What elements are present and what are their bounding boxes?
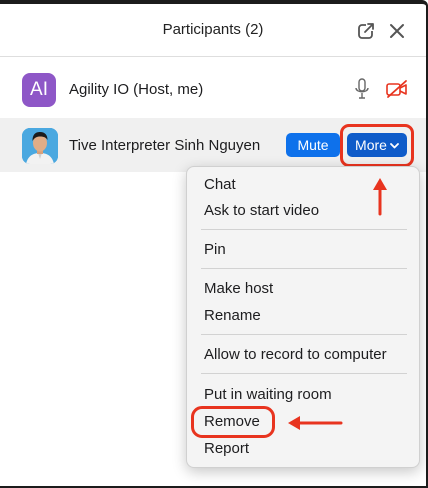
menu-item-allow-record[interactable]: Allow to record to computer	[204, 346, 387, 363]
menu-divider	[201, 268, 407, 269]
menu-item-chat[interactable]: Chat	[204, 176, 236, 193]
participant-row-host[interactable]: AI Agility IO (Host, me)	[0, 62, 426, 116]
menu-divider	[201, 229, 407, 230]
menu-divider	[201, 334, 407, 335]
pop-out-icon[interactable]	[357, 22, 375, 40]
close-icon[interactable]	[388, 22, 406, 40]
menu-item-ask-to-start-video[interactable]: Ask to start video	[204, 202, 319, 219]
menu-divider	[201, 373, 407, 374]
avatar: AI	[22, 73, 56, 107]
menu-item-waiting-room[interactable]: Put in waiting room	[204, 386, 332, 403]
menu-item-pin[interactable]: Pin	[204, 241, 226, 258]
avatar	[22, 128, 58, 164]
more-button-highlight	[340, 124, 414, 167]
menu-item-report[interactable]: Report	[204, 440, 249, 457]
participant-name: Agility IO (Host, me)	[69, 81, 204, 98]
participants-header: Participants (2)	[0, 4, 426, 57]
remove-highlight	[191, 406, 275, 438]
video-off-icon[interactable]	[385, 79, 409, 99]
participant-name: Tive Interpreter Sinh Nguyen	[69, 137, 261, 154]
menu-item-rename[interactable]: Rename	[204, 307, 261, 324]
menu-item-make-host[interactable]: Make host	[204, 280, 273, 297]
microphone-icon[interactable]	[354, 78, 370, 100]
mute-button[interactable]: Mute	[286, 133, 340, 157]
